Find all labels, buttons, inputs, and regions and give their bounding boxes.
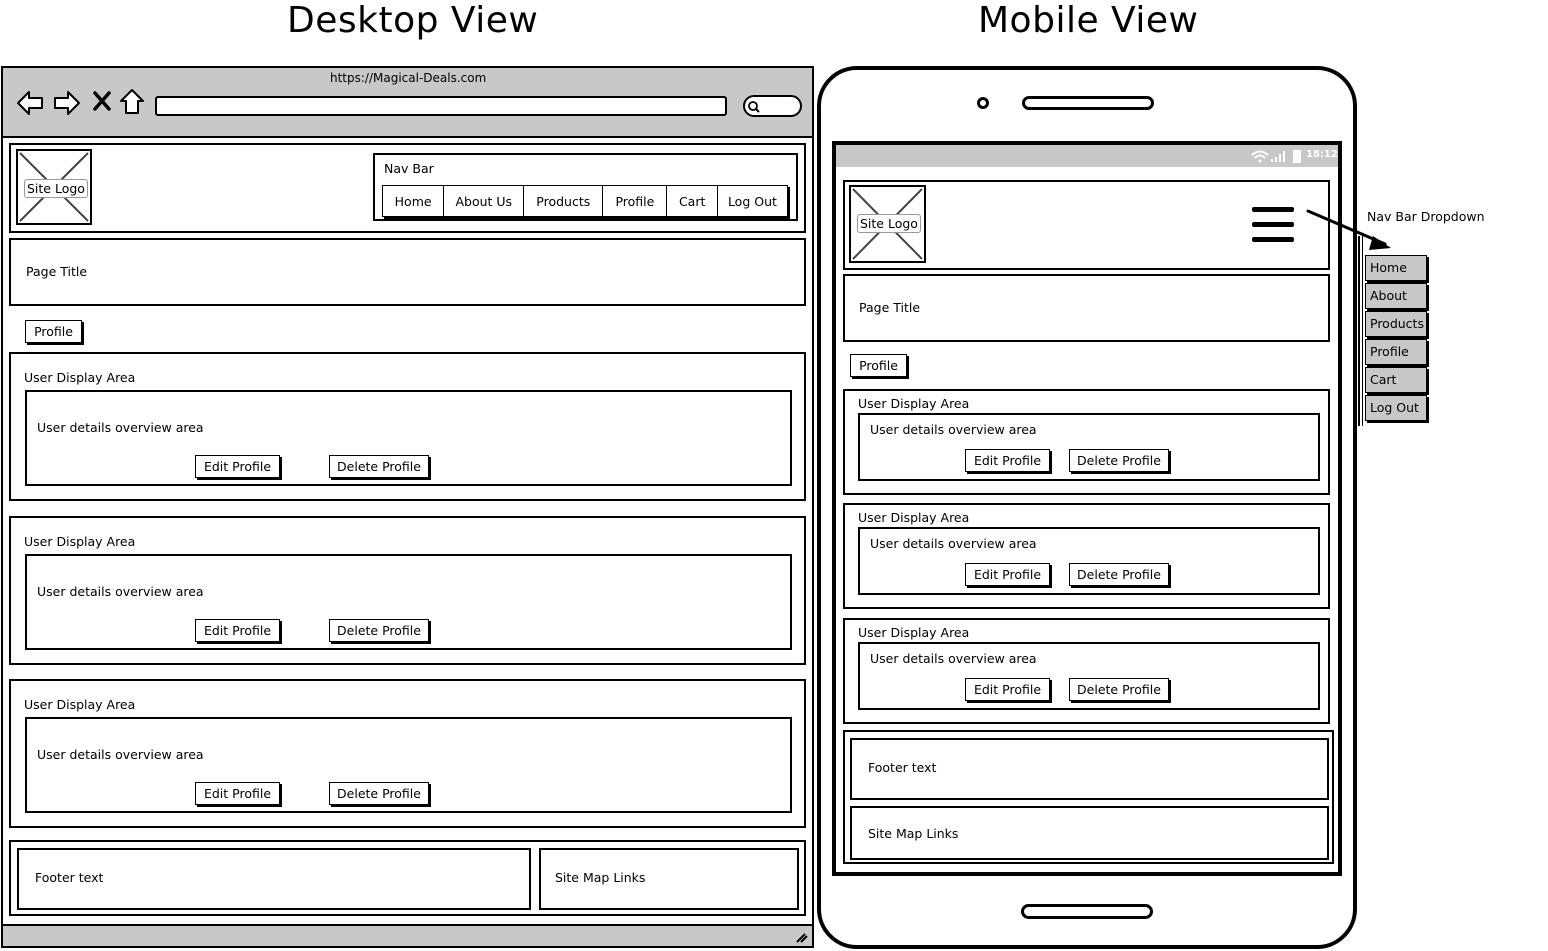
- desktop-page-title-box: Page Title: [9, 238, 806, 306]
- mobile-status-bar: 18:12: [836, 145, 1338, 167]
- battery-icon: [1293, 150, 1301, 163]
- nav-tabs: Home About Us Products Profile Cart Log …: [382, 185, 788, 217]
- address-bar[interactable]: [155, 96, 727, 116]
- user-display-area-title: User Display Area: [24, 534, 136, 549]
- user-display-area-title: User Display Area: [24, 697, 136, 712]
- delete-profile-button[interactable]: Delete Profile: [329, 782, 429, 805]
- edit-profile-button[interactable]: Edit Profile: [195, 455, 280, 478]
- dropdown-item-home[interactable]: Home: [1365, 255, 1427, 281]
- edit-profile-button[interactable]: Edit Profile: [965, 563, 1050, 586]
- hamburger-menu-icon[interactable]: [1251, 206, 1297, 246]
- desktop-footer: Footer text Site Map Links: [9, 840, 806, 916]
- wifi-icon: [1251, 150, 1269, 163]
- resize-handle-icon[interactable]: [793, 928, 809, 944]
- dropdown-item-log-out[interactable]: Log Out: [1365, 395, 1427, 421]
- home-button[interactable]: [1021, 904, 1153, 919]
- edit-profile-button[interactable]: Edit Profile: [195, 619, 280, 642]
- footer-text: Footer text: [868, 760, 937, 775]
- desktop-user-display-area: User Display Area User details overview …: [9, 352, 806, 501]
- site-map-box: Site Map Links: [850, 806, 1329, 860]
- footer-text: Footer text: [35, 870, 104, 885]
- user-details-overview-box: User details overview area Edit Profile …: [25, 554, 792, 650]
- mobile-view-heading: Mobile View: [978, 0, 1199, 41]
- user-display-area-title: User Display Area: [24, 370, 136, 385]
- nav-tab-about-us[interactable]: About Us: [444, 186, 525, 216]
- mobile-profile-button[interactable]: Profile: [850, 354, 907, 377]
- page-title: Page Title: [26, 264, 88, 279]
- speaker-slot: [1022, 96, 1154, 110]
- nav-tab-log-out[interactable]: Log Out: [718, 186, 787, 216]
- user-details-text: User details overview area: [870, 422, 1037, 437]
- user-details-text: User details overview area: [870, 651, 1037, 666]
- dropdown-item-cart[interactable]: Cart: [1365, 367, 1427, 393]
- nav-bar-dropdown: Home About Us Products Profile Cart Log …: [1358, 236, 1438, 428]
- site-logo-label: Site Logo: [24, 179, 88, 198]
- user-display-area-title: User Display Area: [858, 510, 970, 525]
- forward-arrow-icon[interactable]: [52, 88, 82, 118]
- user-details-text: User details overview area: [37, 420, 204, 435]
- footer-text-box: Footer text: [17, 848, 531, 910]
- mobile-user-display-area: User Display Area User details overview …: [843, 503, 1330, 609]
- site-map-links[interactable]: Site Map Links: [868, 826, 958, 841]
- user-details-overview-box: User details overview area Edit Profile …: [858, 413, 1320, 481]
- search-icon: [748, 101, 760, 113]
- status-time: 18:12: [1306, 149, 1338, 160]
- site-map-box: Site Map Links: [539, 848, 799, 910]
- mobile-user-display-area: User Display Area User details overview …: [843, 618, 1330, 724]
- nav-tab-products[interactable]: Products: [524, 186, 604, 216]
- browser-toolbar: https://Magical-Deals.com: [3, 68, 812, 138]
- nav-tab-home[interactable]: Home: [383, 186, 445, 216]
- delete-profile-button[interactable]: Delete Profile: [1069, 563, 1169, 586]
- nav-tab-profile[interactable]: Profile: [603, 186, 668, 216]
- browser-url-text: https://Magical-Deals.com: [330, 71, 487, 85]
- footer-text-box: Footer text: [850, 738, 1329, 800]
- delete-profile-button[interactable]: Delete Profile: [1069, 449, 1169, 472]
- mobile-site-logo[interactable]: Site Logo: [849, 185, 926, 263]
- desktop-user-display-area: User Display Area User details overview …: [9, 516, 806, 665]
- desktop-view-heading: Desktop View: [287, 0, 539, 41]
- user-display-area-title: User Display Area: [858, 625, 970, 640]
- close-icon[interactable]: [92, 90, 112, 112]
- back-arrow-icon[interactable]: [15, 88, 45, 118]
- mobile-page-title-box: Page Title: [843, 274, 1330, 342]
- desktop-nav-bar: Nav Bar Home About Us Products Profile C…: [373, 153, 798, 221]
- signal-icon: [1271, 151, 1285, 162]
- camera-icon: [977, 97, 989, 109]
- delete-profile-button[interactable]: Delete Profile: [1069, 678, 1169, 701]
- dropdown-item-profile[interactable]: Profile: [1365, 339, 1427, 365]
- user-details-text: User details overview area: [37, 747, 204, 762]
- dropdown-item-products[interactable]: Products: [1365, 311, 1427, 337]
- nav-bar-label: Nav Bar: [384, 161, 434, 176]
- user-details-text: User details overview area: [870, 536, 1037, 551]
- user-details-text: User details overview area: [37, 584, 204, 599]
- user-details-overview-box: User details overview area Edit Profile …: [25, 390, 792, 486]
- dropdown-item-about-us[interactable]: About Us: [1365, 283, 1427, 326]
- browser-status-bar: [3, 924, 812, 946]
- desktop-site-logo[interactable]: Site Logo: [16, 149, 92, 225]
- home-icon[interactable]: [118, 87, 146, 117]
- user-details-overview-box: User details overview area Edit Profile …: [858, 527, 1320, 595]
- user-details-overview-box: User details overview area Edit Profile …: [25, 717, 792, 813]
- page-title: Page Title: [859, 300, 921, 315]
- site-logo-label: Site Logo: [857, 214, 921, 233]
- edit-profile-button[interactable]: Edit Profile: [195, 782, 280, 805]
- desktop-profile-button[interactable]: Profile: [25, 320, 82, 343]
- site-map-links[interactable]: Site Map Links: [555, 870, 645, 885]
- delete-profile-button[interactable]: Delete Profile: [329, 455, 429, 478]
- mobile-footer: Footer text Site Map Links: [843, 730, 1334, 864]
- user-details-overview-box: User details overview area Edit Profile …: [858, 642, 1320, 710]
- mobile-user-display-area: User Display Area User details overview …: [843, 389, 1330, 495]
- user-display-area-title: User Display Area: [858, 396, 970, 411]
- dropdown-scroll-rail: [1358, 236, 1363, 426]
- edit-profile-button[interactable]: Edit Profile: [965, 678, 1050, 701]
- nav-bar-dropdown-label: Nav Bar Dropdown: [1367, 209, 1485, 224]
- delete-profile-button[interactable]: Delete Profile: [329, 619, 429, 642]
- nav-tab-cart[interactable]: Cart: [667, 186, 718, 216]
- search-button[interactable]: [743, 95, 802, 117]
- desktop-user-display-area: User Display Area User details overview …: [9, 679, 806, 828]
- edit-profile-button[interactable]: Edit Profile: [965, 449, 1050, 472]
